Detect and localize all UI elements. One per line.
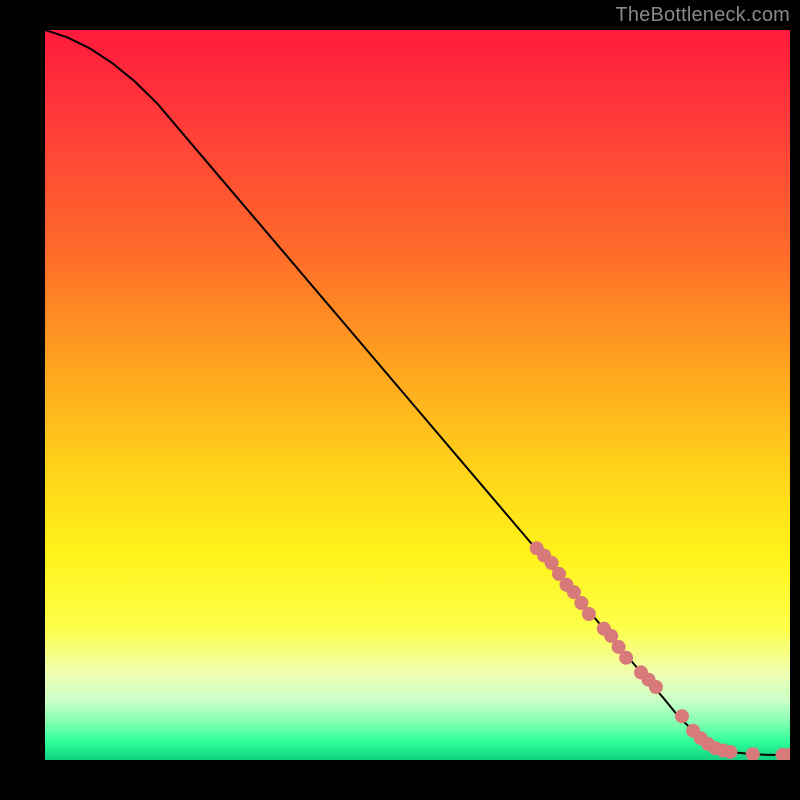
data-point bbox=[723, 745, 737, 759]
attribution-label: TheBottleneck.com bbox=[615, 4, 790, 27]
data-point bbox=[619, 651, 633, 665]
plot-svg bbox=[45, 30, 790, 760]
chart-frame: TheBottleneck.com bbox=[0, 0, 800, 800]
gradient-background bbox=[45, 30, 790, 760]
data-point bbox=[675, 709, 689, 723]
plot-area bbox=[45, 30, 790, 760]
data-point bbox=[649, 680, 663, 694]
data-point bbox=[582, 607, 596, 621]
